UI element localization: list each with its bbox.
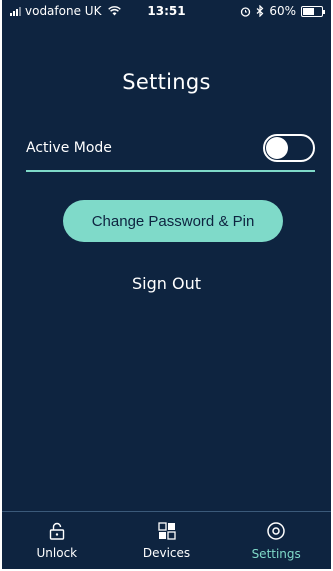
active-mode-row: Active Mode bbox=[26, 128, 315, 168]
battery-icon bbox=[301, 5, 325, 17]
devices-icon bbox=[157, 521, 176, 540]
settings-icon bbox=[267, 521, 285, 540]
tab-bar: Unlock Devices Settings bbox=[2, 511, 331, 569]
tab-settings[interactable]: Settings bbox=[221, 512, 331, 569]
alarm-icon bbox=[241, 6, 251, 17]
toggle-knob bbox=[266, 137, 288, 159]
change-password-pin-button[interactable]: Change Password & Pin bbox=[63, 200, 283, 242]
active-mode-toggle[interactable] bbox=[263, 134, 315, 162]
row-divider bbox=[26, 170, 315, 172]
unlock-icon bbox=[49, 522, 65, 540]
status-bar: vodafone UK 13:51 60% bbox=[2, 0, 331, 22]
tab-devices-label: Devices bbox=[142, 545, 191, 560]
sign-out-button[interactable]: Sign Out bbox=[2, 274, 331, 293]
status-right: 60% bbox=[240, 4, 325, 18]
active-mode-label: Active Mode bbox=[26, 140, 112, 156]
tab-unlock-label: Unlock bbox=[36, 545, 78, 560]
tab-unlock[interactable]: Unlock bbox=[2, 512, 112, 569]
battery-percent: 60% bbox=[269, 4, 296, 18]
page-title: Settings bbox=[122, 70, 211, 94]
phone-screen: vodafone UK 13:51 60% Settings Active Mo… bbox=[0, 0, 333, 571]
battery-fill bbox=[303, 7, 314, 15]
bluetooth-icon bbox=[256, 5, 264, 17]
tab-devices[interactable]: Devices bbox=[112, 512, 222, 569]
tab-settings-label: Settings bbox=[251, 546, 301, 561]
